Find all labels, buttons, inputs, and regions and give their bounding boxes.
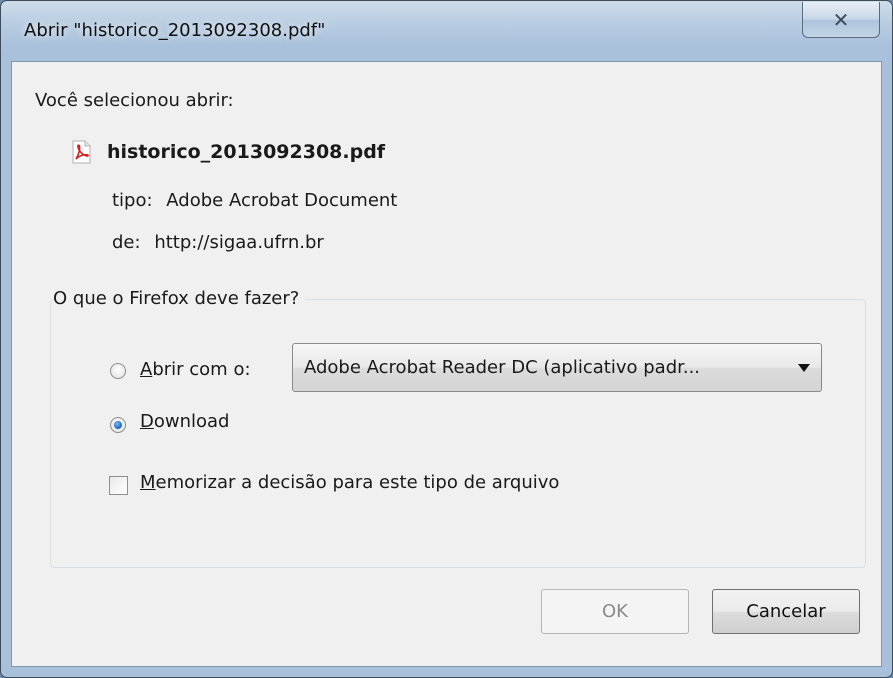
close-button[interactable]: ✕ bbox=[802, 2, 880, 38]
open-with-label[interactable]: Abrir com o: bbox=[140, 359, 251, 380]
file-source-row: de: http://sigaa.ufrn.br bbox=[112, 232, 324, 253]
file-type-row: tipo: Adobe Acrobat Document bbox=[112, 190, 397, 211]
close-icon: ✕ bbox=[832, 7, 850, 32]
file-type-value: Adobe Acrobat Document bbox=[166, 190, 398, 211]
action-groupbox: O que o Firefox deve fazer? Abrir com o:… bbox=[50, 288, 866, 568]
remember-decision-label[interactable]: Memorizar a decisão para este tipo de ar… bbox=[140, 472, 559, 493]
application-select[interactable]: Adobe Acrobat Reader DC (aplicativo padr… bbox=[292, 343, 822, 392]
pdf-file-icon bbox=[69, 140, 93, 164]
file-type-key: tipo: bbox=[112, 190, 153, 211]
file-row: historico_2013092308.pdf bbox=[69, 140, 385, 164]
prompt-text: Você selecionou abrir: bbox=[35, 90, 234, 111]
open-with-radio[interactable] bbox=[110, 363, 126, 379]
cancel-button[interactable]: Cancelar bbox=[712, 589, 860, 634]
file-name: historico_2013092308.pdf bbox=[107, 141, 386, 163]
title-bar[interactable]: Abrir "historico_2013092308.pdf" ✕ bbox=[1, 1, 892, 61]
dialog-content: Você selecionou abrir: historico_2013092… bbox=[11, 61, 882, 667]
download-dialog-window: Abrir "historico_2013092308.pdf" ✕ Você … bbox=[0, 0, 893, 678]
window-title: Abrir "historico_2013092308.pdf" bbox=[24, 20, 326, 41]
download-label[interactable]: Download bbox=[140, 411, 230, 432]
dropdown-arrow-icon bbox=[798, 364, 810, 372]
ok-button[interactable]: OK bbox=[541, 589, 689, 634]
file-source-key: de: bbox=[112, 232, 141, 253]
download-radio[interactable] bbox=[110, 417, 126, 433]
remember-decision-checkbox[interactable] bbox=[109, 476, 128, 495]
application-select-value: Adobe Acrobat Reader DC (aplicativo padr… bbox=[304, 357, 701, 378]
file-source-value: http://sigaa.ufrn.br bbox=[154, 232, 324, 253]
action-group-legend: O que o Firefox deve fazer? bbox=[53, 288, 306, 309]
